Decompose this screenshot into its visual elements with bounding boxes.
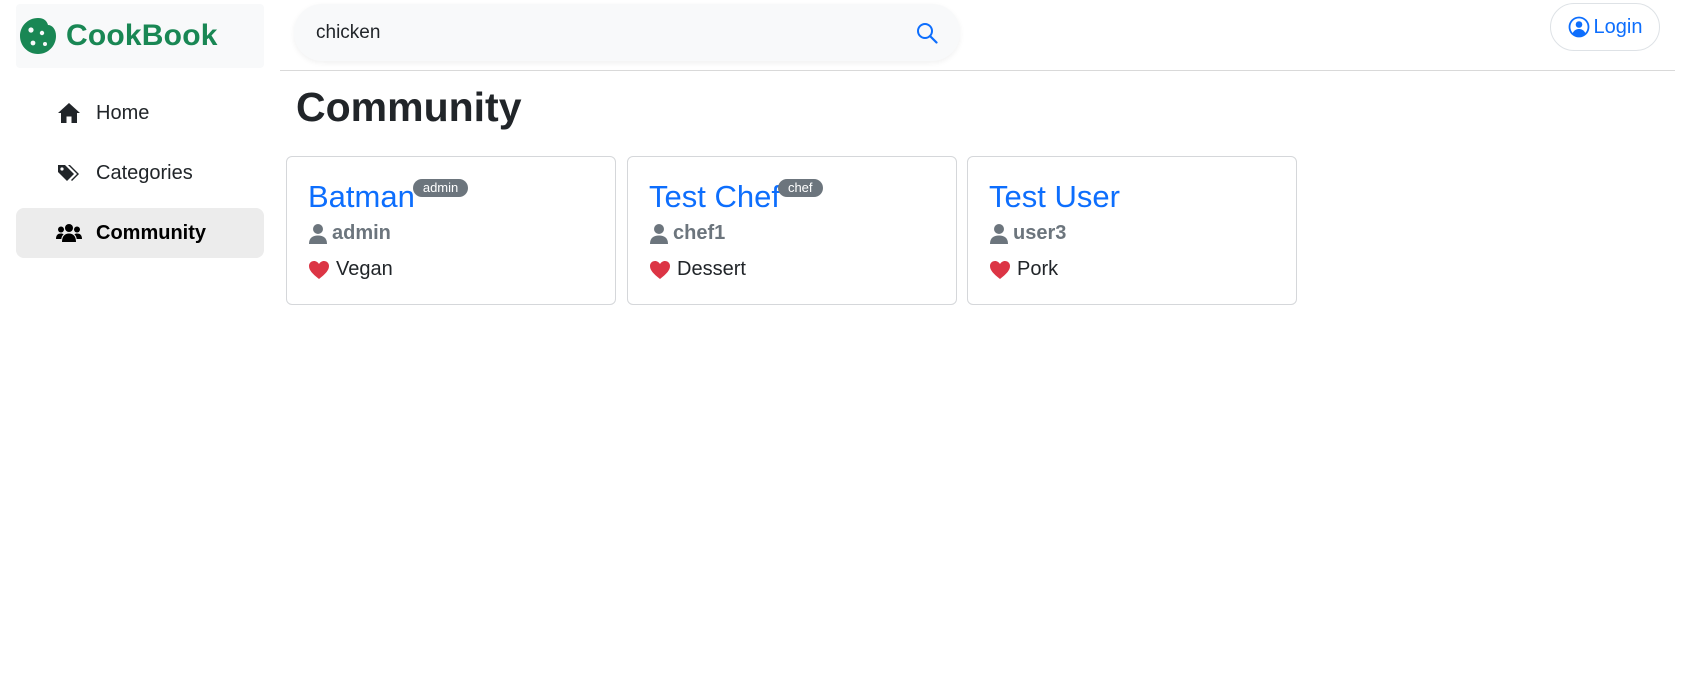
user-card: Test User user3 Pork (967, 156, 1297, 305)
person-icon (308, 223, 328, 245)
user-name-link[interactable]: Test Chef (649, 177, 780, 217)
brand-name: CookBook (66, 19, 218, 52)
heart-icon (989, 260, 1011, 280)
favorite-category: Vegan (336, 258, 393, 280)
login-button[interactable]: Login (1550, 3, 1660, 51)
sidebar-item-community[interactable]: Community (16, 208, 264, 258)
login-label: Login (1593, 15, 1643, 38)
sidebar-item-home[interactable]: Home (16, 88, 264, 138)
search-icon[interactable] (912, 18, 942, 48)
person-icon (989, 223, 1009, 245)
user-card: Test Chef chef chef1 Dessert (627, 156, 957, 305)
sidebar-item-label: Categories (96, 161, 193, 184)
username: admin (332, 222, 391, 244)
people-icon (56, 222, 82, 244)
search-input[interactable] (316, 21, 912, 44)
favorite-category: Dessert (677, 258, 746, 280)
tags-icon (56, 162, 82, 184)
cookie-logo-icon (20, 18, 56, 54)
page-title: Community (296, 84, 522, 130)
sidebar-nav: Home Categories Community (16, 88, 264, 268)
person-icon (649, 223, 669, 245)
heart-icon (649, 260, 671, 280)
user-name-link[interactable]: Test User (989, 177, 1120, 217)
username: user3 (1013, 222, 1067, 244)
user-card: Batman admin admin Vegan (286, 156, 616, 305)
sidebar-item-label: Community (96, 221, 206, 244)
favorite-category: Pork (1017, 258, 1059, 280)
role-badge: admin (412, 179, 469, 197)
brand[interactable]: CookBook (16, 4, 264, 68)
search-bar (294, 4, 960, 61)
user-name-link[interactable]: Batman (308, 177, 415, 217)
username: chef1 (673, 222, 726, 244)
role-badge: chef (777, 179, 823, 197)
heart-icon (308, 260, 330, 280)
sidebar-item-label: Home (96, 101, 150, 124)
header-divider (280, 70, 1675, 71)
person-circle-icon (1568, 16, 1590, 38)
sidebar-item-categories[interactable]: Categories (16, 148, 264, 198)
house-icon (56, 102, 82, 124)
